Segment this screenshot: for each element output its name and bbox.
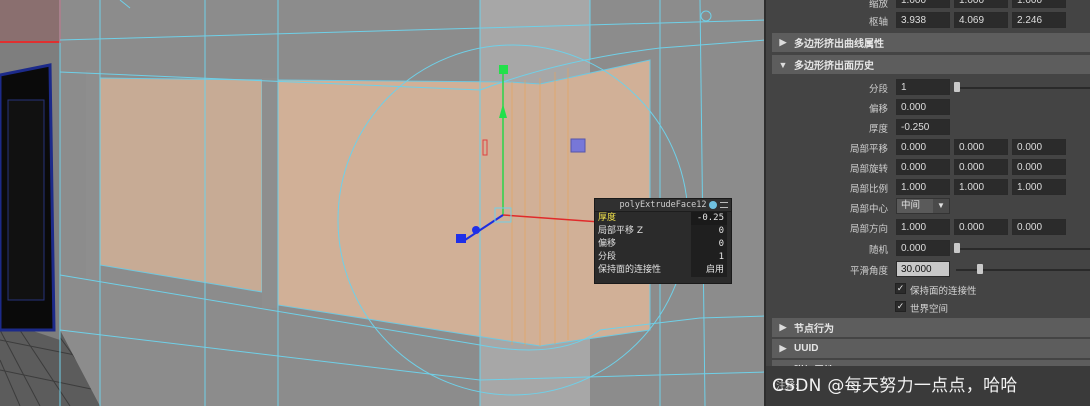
hud-value[interactable]: 0	[691, 225, 727, 238]
collapse-right-icon: ▶	[779, 343, 787, 353]
hud-title-bar: polyExtrudeFace12	[595, 199, 731, 212]
watermark: CSDN @每天努力一点点，哈哈	[772, 376, 1018, 396]
keep-faces-label: 保持面的连接性	[910, 286, 977, 297]
settings-icon[interactable]	[709, 201, 717, 209]
scale-label: 缩放	[868, 0, 888, 10]
local-center-dropdown[interactable]: 中间 ▼	[896, 198, 950, 214]
hud-label: 局部平移 Z	[598, 226, 644, 236]
hud-value[interactable]: 启用	[691, 264, 727, 277]
section-title: 多边形挤出面历史	[794, 61, 874, 72]
random-slider-knob[interactable]	[954, 243, 960, 253]
local-scale-label: 局部比例	[849, 184, 888, 195]
thickness-field[interactable]: -0.250	[896, 119, 950, 135]
smoothing-slider-knob[interactable]	[977, 264, 983, 274]
section-title: 节点行为	[794, 324, 834, 335]
pivot-y-field[interactable]: 4.069	[954, 12, 1008, 28]
attribute-editor: 缩放 1.000 1.000 1.000 枢轴 3.938 4.069 2.24…	[766, 0, 1090, 406]
menu-icon[interactable]	[720, 202, 728, 208]
pivot-label: 枢轴	[868, 17, 888, 28]
world-space-label: 世界空间	[910, 304, 949, 315]
pivot-x-field[interactable]: 3.938	[896, 12, 950, 28]
local-scale-y[interactable]: 1.000	[954, 179, 1008, 195]
window-mullion	[262, 78, 278, 308]
local-direction-z[interactable]: 0.000	[1012, 219, 1066, 235]
divisions-slider-knob[interactable]	[954, 82, 960, 92]
dropdown-value: 中间	[901, 200, 921, 211]
section-title: UUID	[794, 343, 819, 354]
local-direction-label: 局部方向	[849, 224, 888, 235]
local-scale-x[interactable]: 1.000	[896, 179, 950, 195]
local-translate-x[interactable]: 0.000	[896, 139, 950, 155]
hud-row-divisions[interactable]: 分段 1	[595, 251, 731, 264]
offset-field[interactable]: 0.000	[896, 99, 950, 115]
divisions-slider-track[interactable]	[956, 87, 1090, 89]
random-field[interactable]: 0.000	[896, 240, 950, 256]
rotate-handle[interactable]	[570, 138, 586, 153]
hud-row-local-translate-z[interactable]: 局部平移 Z 0	[595, 225, 731, 238]
section-title: 多边形挤出曲线属性	[794, 39, 884, 50]
random-slider-track[interactable]	[956, 248, 1090, 250]
selected-object-outline	[0, 0, 61, 43]
hud-value[interactable]: -0.25	[691, 212, 727, 225]
section-curve-attrs[interactable]: ▶ 多边形挤出曲线属性	[772, 33, 1090, 52]
pivot-z-field[interactable]: 2.246	[1012, 12, 1066, 28]
scale-y-field[interactable]: 1.000	[954, 0, 1008, 8]
local-translate-z[interactable]: 0.000	[1012, 139, 1066, 155]
smoothing-angle-label: 平滑角度	[849, 266, 888, 277]
hud-row-offset[interactable]: 偏移 0	[595, 238, 731, 251]
random-label: 随机	[868, 245, 888, 256]
hud-label: 保持面的连接性	[598, 265, 662, 275]
section-uuid[interactable]: ▶ UUID	[772, 339, 1090, 358]
z-axis-cube[interactable]	[456, 234, 466, 243]
divisions-label: 分段	[868, 84, 888, 95]
y-axis-cube[interactable]	[499, 65, 508, 74]
hud-value[interactable]: 0	[691, 238, 727, 251]
window-frame-left	[86, 70, 100, 280]
local-rotate-z[interactable]: 0.000	[1012, 159, 1066, 175]
local-rotate-y[interactable]: 0.000	[954, 159, 1008, 175]
door-frame	[7, 99, 45, 301]
hud-label: 偏移	[598, 239, 617, 249]
local-rotate-x[interactable]: 0.000	[896, 159, 950, 175]
extrude-hud: polyExtrudeFace12 厚度 -0.25 局部平移 Z 0 偏移 0…	[594, 198, 732, 284]
hud-value[interactable]: 1	[691, 251, 727, 264]
local-translate-y[interactable]: 0.000	[954, 139, 1008, 155]
local-direction-x[interactable]: 1.000	[896, 219, 950, 235]
local-scale-z[interactable]: 1.000	[1012, 179, 1066, 195]
hud-title: polyExtrudeFace12	[619, 200, 707, 210]
hud-row-keep-faces[interactable]: 保持面的连接性 启用	[595, 264, 731, 277]
section-extrude-history[interactable]: ▼ 多边形挤出面历史	[772, 55, 1090, 74]
local-center-label: 局部中心	[849, 204, 888, 215]
local-rotate-label: 局部旋转	[849, 164, 888, 175]
section-node-behavior[interactable]: ▶ 节点行为	[772, 318, 1090, 337]
local-translate-label: 局部平移	[849, 144, 888, 155]
world-space-checkbox[interactable]: ✓	[895, 301, 906, 312]
expand-down-icon: ▼	[778, 59, 788, 70]
collapse-right-icon: ▶	[779, 322, 787, 332]
local-direction-y[interactable]: 0.000	[954, 219, 1008, 235]
scale-x-field[interactable]: 1.000	[896, 0, 950, 8]
window-pane-left	[99, 77, 263, 293]
z-axis-knob[interactable]	[472, 226, 480, 234]
collapse-right-icon: ▶	[779, 37, 787, 47]
hud-label: 分段	[598, 252, 617, 262]
3d-viewport[interactable]: polyExtrudeFace12 厚度 -0.25 局部平移 Z 0 偏移 0…	[0, 0, 766, 406]
smoothing-angle-field[interactable]: 30.000	[896, 261, 950, 277]
keep-faces-checkbox[interactable]: ✓	[895, 283, 906, 294]
hud-label: 厚度	[598, 213, 617, 223]
chevron-down-icon: ▼	[933, 199, 949, 213]
thickness-label: 厚度	[868, 124, 888, 135]
offset-label: 偏移	[868, 104, 888, 115]
hud-row-thickness[interactable]: 厚度 -0.25	[595, 212, 731, 225]
divisions-field[interactable]: 1	[896, 79, 950, 95]
scale-z-field[interactable]: 1.000	[1012, 0, 1066, 8]
